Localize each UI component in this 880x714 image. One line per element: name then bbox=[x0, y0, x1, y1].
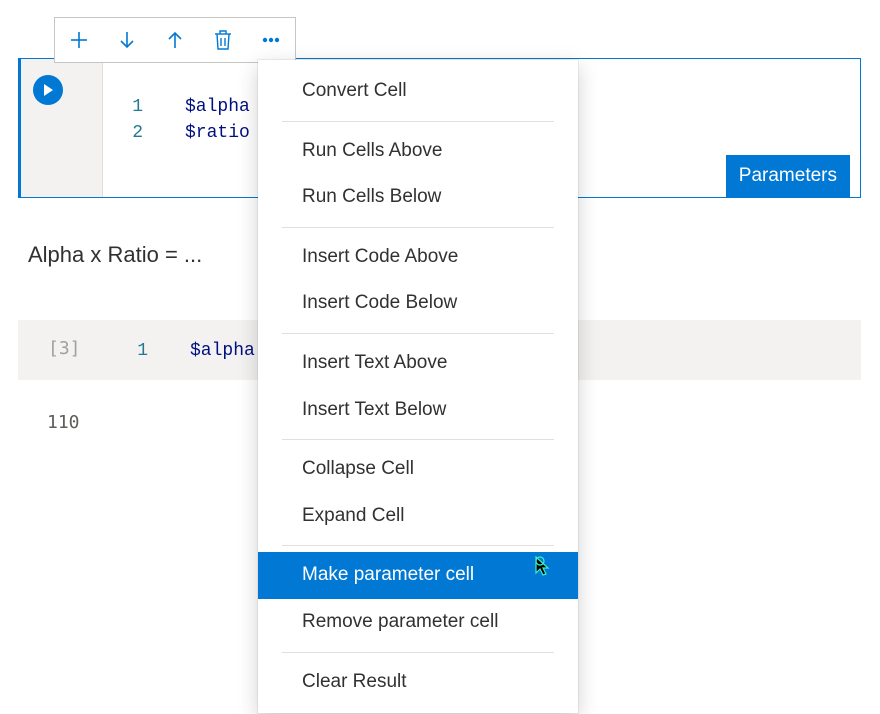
code-text: $alpha bbox=[185, 94, 250, 120]
markdown-cell[interactable]: Alpha x Ratio = ... bbox=[28, 242, 202, 268]
menu-collapse-cell[interactable]: Collapse Cell bbox=[258, 446, 578, 493]
trash-icon bbox=[213, 29, 233, 51]
menu-make-parameter-cell[interactable]: Make parameter cell bbox=[258, 552, 578, 599]
play-icon bbox=[41, 83, 55, 97]
menu-run-cells-below[interactable]: Run Cells Below bbox=[258, 174, 578, 221]
parameters-badge: Parameters bbox=[726, 155, 850, 197]
menu-separator bbox=[282, 121, 554, 122]
plus-icon bbox=[68, 29, 90, 51]
menu-separator bbox=[282, 227, 554, 228]
arrow-down-icon bbox=[116, 29, 138, 51]
delete-cell-button[interactable] bbox=[199, 18, 247, 62]
code-line[interactable]: 1 $alpha bbox=[123, 338, 255, 364]
menu-separator bbox=[282, 545, 554, 546]
cell-gutter bbox=[21, 59, 103, 197]
menu-insert-text-above[interactable]: Insert Text Above bbox=[258, 340, 578, 387]
menu-separator bbox=[282, 439, 554, 440]
run-cell-button[interactable] bbox=[33, 75, 63, 105]
move-up-button[interactable] bbox=[151, 18, 199, 62]
menu-expand-cell[interactable]: Expand Cell bbox=[258, 493, 578, 540]
cell-output: 110 bbox=[47, 412, 80, 433]
menu-run-cells-above[interactable]: Run Cells Above bbox=[258, 128, 578, 175]
menu-insert-code-above[interactable]: Insert Code Above bbox=[258, 234, 578, 281]
menu-clear-result[interactable]: Clear Result bbox=[258, 659, 578, 706]
line-number: 1 bbox=[123, 338, 148, 364]
code-text: $alpha bbox=[190, 338, 255, 364]
arrow-up-icon bbox=[164, 29, 186, 51]
menu-remove-parameter-cell[interactable]: Remove parameter cell bbox=[258, 599, 578, 646]
move-down-button[interactable] bbox=[103, 18, 151, 62]
code-text: $ratio bbox=[185, 120, 250, 146]
ellipsis-icon bbox=[260, 29, 282, 51]
menu-insert-code-below[interactable]: Insert Code Below bbox=[258, 280, 578, 327]
more-actions-button[interactable] bbox=[247, 18, 295, 62]
menu-separator bbox=[282, 333, 554, 334]
execution-count: [3] bbox=[48, 338, 81, 359]
menu-insert-text-below[interactable]: Insert Text Below bbox=[258, 387, 578, 434]
cell-toolbar bbox=[54, 17, 296, 63]
cell-context-menu: Convert Cell Run Cells Above Run Cells B… bbox=[258, 60, 578, 713]
line-number: 2 bbox=[118, 120, 143, 146]
menu-convert-cell[interactable]: Convert Cell bbox=[258, 68, 578, 115]
line-number: 1 bbox=[118, 94, 143, 120]
menu-separator bbox=[282, 652, 554, 653]
add-cell-button[interactable] bbox=[55, 18, 103, 62]
